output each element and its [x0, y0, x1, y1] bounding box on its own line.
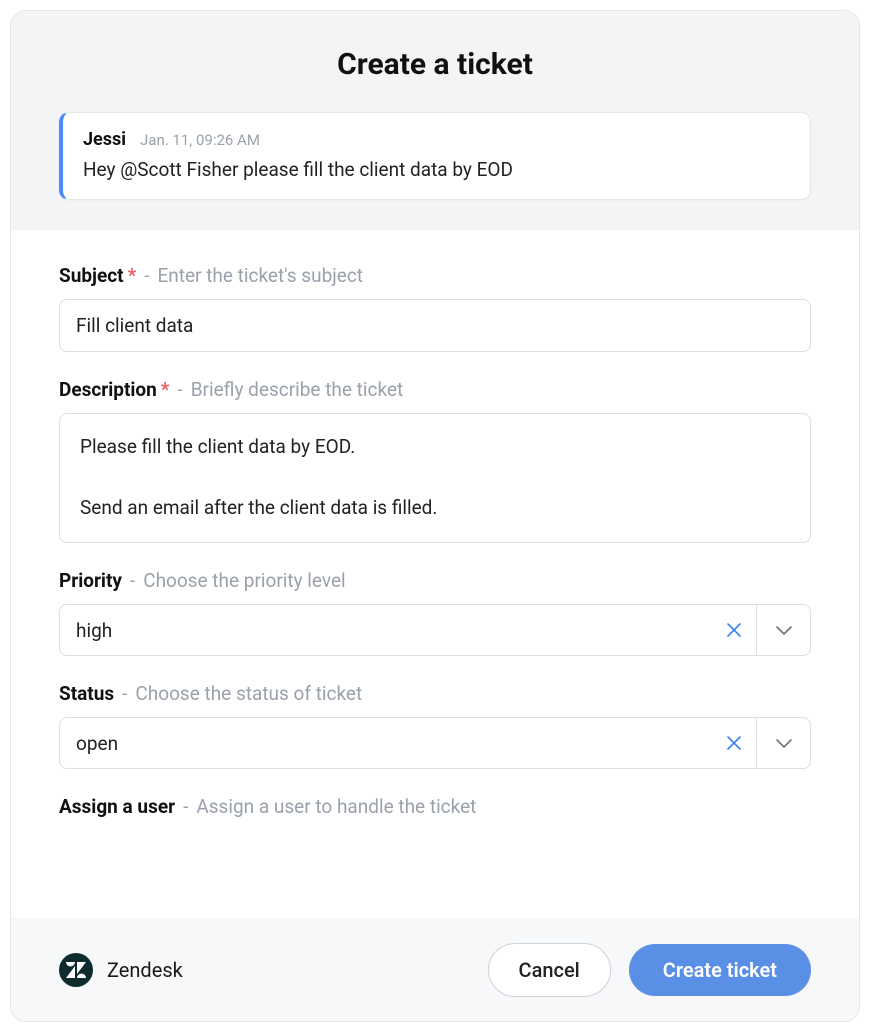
status-select[interactable]: open — [59, 717, 811, 769]
assign-label: Assign a user — [59, 795, 175, 818]
chevron-down-icon — [775, 624, 793, 636]
priority-dropdown-button[interactable] — [756, 605, 810, 655]
priority-label: Priority — [59, 569, 122, 592]
message-body: Hey @Scott Fisher please fill the client… — [83, 158, 790, 181]
subject-hint: Enter the ticket's subject — [157, 264, 363, 287]
priority-label-row: Priority - Choose the priority level — [59, 569, 811, 592]
description-field: Description * - Briefly describe the tic… — [59, 378, 811, 543]
description-hint: Briefly describe the ticket — [191, 378, 404, 401]
subject-label-row: Subject * - Enter the ticket's subject — [59, 264, 811, 287]
assign-field: Assign a user - Assign a user to handle … — [59, 795, 811, 818]
integration-brand-name: Zendesk — [107, 958, 183, 982]
cancel-button[interactable]: Cancel — [488, 943, 611, 997]
priority-field: Priority - Choose the priority level hig… — [59, 569, 811, 656]
close-icon — [727, 736, 741, 750]
integration-brand: Zendesk — [59, 953, 470, 987]
create-ticket-button[interactable]: Create ticket — [629, 944, 811, 996]
ticket-form: Subject * - Enter the ticket's subject D… — [11, 230, 859, 918]
status-field: Status - Choose the status of ticket ope… — [59, 682, 811, 769]
modal-footer: Zendesk Cancel Create ticket — [11, 918, 859, 1021]
message-author: Jessi — [83, 129, 126, 150]
message-header: Jessi Jan. 11, 09:26 AM — [83, 129, 790, 150]
assign-label-row: Assign a user - Assign a user to handle … — [59, 795, 811, 818]
priority-clear-button[interactable] — [712, 605, 756, 655]
modal-header: Create a ticket Jessi Jan. 11, 09:26 AM … — [11, 11, 859, 230]
message-timestamp: Jan. 11, 09:26 AM — [140, 131, 260, 149]
close-icon — [727, 623, 741, 637]
subject-field: Subject * - Enter the ticket's subject — [59, 264, 811, 352]
required-indicator: * — [161, 378, 170, 401]
source-message-card: Jessi Jan. 11, 09:26 AM Hey @Scott Fishe… — [59, 112, 811, 200]
priority-value: high — [60, 605, 712, 655]
subject-input[interactable] — [59, 299, 811, 352]
priority-select[interactable]: high — [59, 604, 811, 656]
status-hint: Choose the status of ticket — [135, 682, 362, 705]
status-label-row: Status - Choose the status of ticket — [59, 682, 811, 705]
status-label: Status — [59, 682, 114, 705]
assign-hint: Assign a user to handle the ticket — [196, 795, 476, 818]
chevron-down-icon — [775, 737, 793, 749]
priority-hint: Choose the priority level — [143, 569, 345, 592]
description-input[interactable]: Please fill the client data by EOD. Send… — [59, 413, 811, 543]
description-label-row: Description * - Briefly describe the tic… — [59, 378, 811, 401]
status-clear-button[interactable] — [712, 718, 756, 768]
status-value: open — [60, 718, 712, 768]
subject-label: Subject — [59, 264, 124, 287]
required-indicator: * — [128, 264, 137, 287]
description-label: Description — [59, 378, 157, 401]
status-dropdown-button[interactable] — [756, 718, 810, 768]
modal-title: Create a ticket — [59, 47, 811, 82]
zendesk-logo-icon — [59, 953, 93, 987]
create-ticket-modal: Create a ticket Jessi Jan. 11, 09:26 AM … — [10, 10, 860, 1022]
